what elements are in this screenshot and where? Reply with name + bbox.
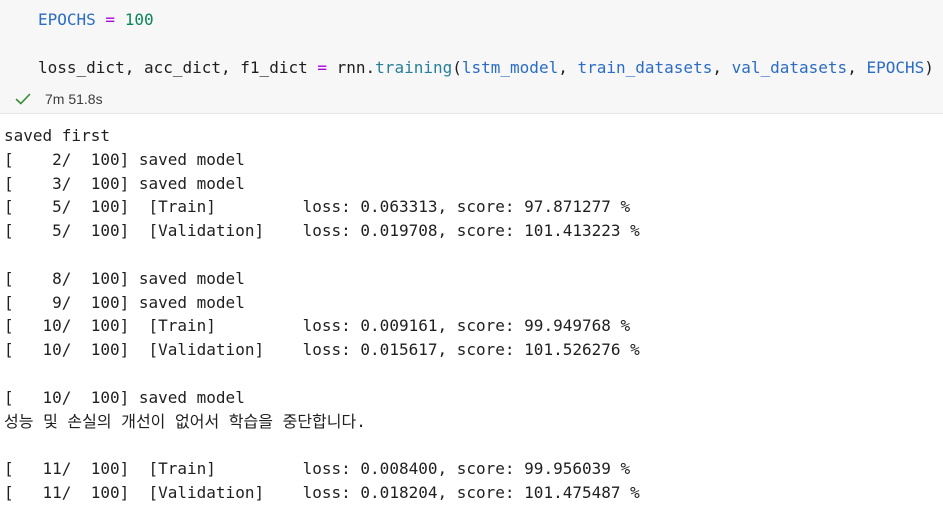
arg-lstm-model: lstm_model	[461, 58, 559, 77]
arg-separator: ,	[558, 58, 578, 77]
output-line: [ 10/ 100] saved model	[4, 387, 245, 407]
output-blank-line	[4, 362, 939, 386]
output-line: [ 9/ 100] saved model	[4, 292, 245, 312]
output-line: saved first	[4, 126, 110, 145]
output-line: [ 10/ 100] [Validation] loss: 0.015617, …	[4, 340, 640, 360]
output-line: [ 8/ 100] saved model	[4, 268, 245, 288]
output-line: [ 2/ 100] saved model	[4, 149, 245, 169]
close-paren: )	[924, 58, 934, 77]
output-line: 성능 및 손실의 개선이 없어서 학습을 중단합니다.	[4, 411, 366, 431]
output-line: [ 3/ 100] saved model	[4, 173, 245, 193]
check-icon	[15, 93, 31, 105]
cell-output: saved first [ 2/ 100] saved model [ 3/ 100…	[4, 124, 939, 505]
module-name: rnn	[336, 58, 366, 77]
code-line-training[interactable]: loss_dict, acc_dict, f1_dict = rnn.train…	[38, 58, 934, 78]
epochs-variable: EPOCHS	[38, 10, 96, 29]
output-line: [ 5/ 100] [Train] loss: 0.063313, score:…	[4, 197, 631, 217]
epochs-value: 100	[124, 10, 154, 29]
arg-separator: ,	[712, 58, 732, 77]
output-line: [ 11/ 100] [Train] loss: 0.008400, score…	[4, 459, 631, 479]
code-line-epochs[interactable]: EPOCHS = 100	[38, 10, 154, 30]
output-line: [ 10/ 100] [Train] loss: 0.009161, score…	[4, 316, 631, 336]
cell-status-bar: 7m 51.8s	[0, 85, 943, 114]
dot-operator: .	[365, 58, 376, 77]
arg-epochs: EPOCHS	[866, 58, 925, 77]
execution-time: 7m 51.8s	[45, 91, 103, 107]
open-paren: (	[452, 58, 462, 77]
output-blank-line	[4, 243, 939, 267]
output-line: [ 11/ 100] [Validation] loss: 0.018204, …	[4, 482, 640, 502]
arg-train-datasets: train_datasets	[577, 58, 713, 77]
arg-val-datasets: val_datasets	[731, 58, 848, 77]
function-name: training	[375, 58, 453, 77]
code-cell-input[interactable]: EPOCHS = 100 loss_dict, acc_dict, f1_dic…	[0, 0, 943, 85]
assign-operator: =	[95, 10, 125, 29]
output-line: [ 5/ 100] [Validation] loss: 0.019708, s…	[4, 221, 640, 241]
assign-operator: =	[307, 58, 337, 77]
arg-separator: ,	[847, 58, 867, 77]
output-blank-line	[4, 433, 939, 457]
lhs-variables: loss_dict, acc_dict, f1_dict	[38, 58, 308, 77]
